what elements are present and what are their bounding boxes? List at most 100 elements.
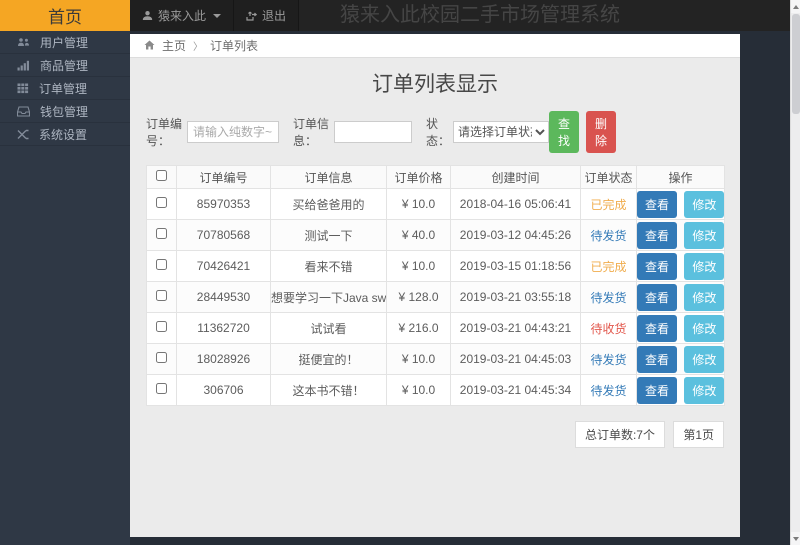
users-icon (17, 37, 30, 48)
user-icon (142, 10, 153, 21)
created-time-cell: 2019-03-15 01:18:56 (451, 251, 581, 282)
table-row: 85970353 买给爸爸用的 ¥ 10.0 2018-04-16 05:06:… (147, 189, 725, 220)
view-button[interactable]: 查看 (637, 346, 677, 373)
edit-button[interactable]: 修改 (684, 284, 724, 311)
logout-button[interactable]: 退出 (234, 0, 299, 31)
table-row: 28449530 想要学习一下Java swing ¥ 128.0 2019-0… (147, 282, 725, 313)
order-no-input[interactable] (187, 121, 279, 143)
breadcrumb-home[interactable]: 主页 (162, 37, 186, 54)
order-no-cell: 70426421 (177, 251, 271, 282)
edit-button[interactable]: 修改 (684, 346, 724, 373)
header-created-time: 创建时间 (451, 166, 581, 189)
top-navbar: 首页 猿来入此 退出 猿来入此校园二手市场管理系统 (0, 0, 790, 31)
order-no-cell: 18028926 (177, 344, 271, 375)
created-time-cell: 2019-03-12 04:45:26 (451, 220, 581, 251)
view-button[interactable]: 查看 (637, 377, 677, 404)
sidebar-item-settings[interactable]: 系统设置 (0, 123, 130, 146)
sidebar-item-goods[interactable]: 商品管理 (0, 54, 130, 77)
row-checkbox[interactable] (156, 352, 167, 363)
pagination: 总订单数:7个 第1页 (146, 421, 724, 448)
order-info-cell: 想要学习一下Java swing (271, 282, 387, 313)
order-no-cell: 70780568 (177, 220, 271, 251)
search-button[interactable]: 查找 (549, 111, 579, 153)
chevron-down-icon (213, 14, 221, 18)
order-price-cell: ¥ 128.0 (387, 282, 451, 313)
edit-button[interactable]: 修改 (684, 253, 724, 280)
user-menu-label: 猿来入此 (158, 7, 206, 24)
chart-icon (17, 60, 30, 71)
view-button[interactable]: 查看 (637, 284, 677, 311)
order-info-input[interactable] (334, 121, 412, 143)
sidebar-item-label: 商品管理 (40, 57, 88, 74)
edit-button[interactable]: 修改 (684, 377, 724, 404)
row-checkbox[interactable] (156, 290, 167, 301)
page-title: 订单列表显示 (130, 68, 740, 98)
breadcrumb: 主页 〉 订单列表 (130, 34, 740, 58)
view-button[interactable]: 查看 (637, 191, 677, 218)
header-actions: 操作 (637, 166, 725, 189)
created-time-cell: 2019-03-21 04:45:34 (451, 375, 581, 406)
status-badge: 已完成 (590, 198, 626, 212)
created-time-cell: 2019-03-21 04:43:21 (451, 313, 581, 344)
delete-button[interactable]: 删除 (586, 111, 616, 153)
sign-out-icon (246, 10, 257, 21)
edit-button[interactable]: 修改 (684, 191, 724, 218)
created-time-cell: 2019-03-21 03:55:18 (451, 282, 581, 313)
main-panel: 主页 〉 订单列表 订单列表显示 订单编号： 订单信息： 状态： 请选择订单状态… (130, 34, 740, 537)
order-info-cell: 挺便宜的！ (271, 344, 387, 375)
current-page-button[interactable]: 第1页 (673, 421, 724, 448)
vertical-scrollbar[interactable] (790, 0, 800, 545)
table-row: 11362720 试试看 ¥ 216.0 2019-03-21 04:43:21… (147, 313, 725, 344)
order-info-cell: 测试一下 (271, 220, 387, 251)
header-order-no: 订单编号 (177, 166, 271, 189)
status-select[interactable]: 请选择订单状态 (453, 121, 549, 143)
order-price-cell: ¥ 10.0 (387, 344, 451, 375)
filter-bar: 订单编号： 订单信息： 状态： 请选择订单状态 查找 删除 (146, 111, 724, 153)
row-checkbox[interactable] (156, 321, 167, 332)
order-info-cell: 买给爸爸用的 (271, 189, 387, 220)
header-order-status: 订单状态 (581, 166, 637, 189)
view-button[interactable]: 查看 (637, 315, 677, 342)
scroll-down-button[interactable] (791, 532, 800, 545)
order-no-cell: 85970353 (177, 189, 271, 220)
created-time-cell: 2018-04-16 05:06:41 (451, 189, 581, 220)
row-checkbox[interactable] (156, 197, 167, 208)
view-button[interactable]: 查看 (637, 253, 677, 280)
status-badge: 待发货 (590, 384, 626, 398)
view-button[interactable]: 查看 (637, 222, 677, 249)
select-all-checkbox[interactable] (156, 170, 167, 181)
total-orders-badge: 总订单数:7个 (575, 421, 665, 448)
status-badge: 待发货 (590, 291, 626, 305)
row-checkbox[interactable] (156, 383, 167, 394)
table-header-row: 订单编号 订单信息 订单价格 创建时间 订单状态 操作 (147, 166, 725, 189)
order-no-cell: 11362720 (177, 313, 271, 344)
order-price-cell: ¥ 10.0 (387, 375, 451, 406)
wallet-icon (17, 106, 30, 117)
row-checkbox[interactable] (156, 259, 167, 270)
sidebar-item-orders[interactable]: 订单管理 (0, 77, 130, 100)
order-info-cell: 试试看 (271, 313, 387, 344)
order-no-filter-label: 订单编号： (146, 115, 184, 149)
row-checkbox[interactable] (156, 228, 167, 239)
edit-button[interactable]: 修改 (684, 222, 724, 249)
order-info-cell: 这本书不错！ (271, 375, 387, 406)
status-badge: 待发货 (590, 229, 626, 243)
edit-button[interactable]: 修改 (684, 315, 724, 342)
sidebar-item-wallet[interactable]: 钱包管理 (0, 100, 130, 123)
user-menu[interactable]: 猿来入此 (130, 0, 234, 31)
order-price-cell: ¥ 10.0 (387, 251, 451, 282)
scrollbar-thumb[interactable] (792, 14, 800, 114)
sidebar-item-label: 钱包管理 (40, 103, 88, 120)
sidebar: 用户管理 商品管理 订单管理 钱包管理 系统设置 (0, 31, 130, 545)
sidebar-item-users[interactable]: 用户管理 (0, 31, 130, 54)
sidebar-item-label: 系统设置 (39, 126, 87, 143)
status-badge: 待收货 (590, 322, 626, 336)
home-nav-button[interactable]: 首页 (0, 0, 130, 31)
scroll-up-button[interactable] (791, 0, 800, 13)
order-no-cell: 28449530 (177, 282, 271, 313)
sidebar-item-label: 用户管理 (40, 34, 88, 51)
order-info-filter-label: 订单信息： (293, 115, 331, 149)
breadcrumb-current: 订单列表 (210, 37, 258, 54)
arrow-down-icon (793, 537, 799, 541)
table-icon (17, 83, 29, 94)
